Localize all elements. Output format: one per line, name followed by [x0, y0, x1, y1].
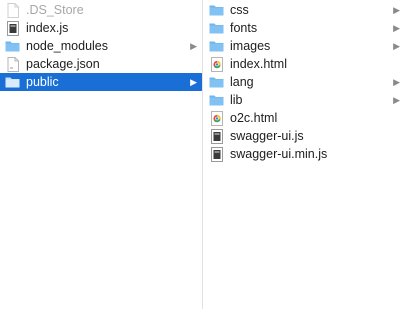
text-file-icon	[5, 56, 20, 72]
exec-file-icon	[209, 146, 224, 162]
file-row-ds-store[interactable]: .DS_Store	[0, 1, 203, 19]
folder-row-fonts[interactable]: fonts ▶	[204, 19, 406, 37]
folder-label: public	[26, 75, 59, 89]
folder-icon	[5, 74, 20, 90]
folder-icon	[5, 38, 20, 54]
chevron-right-icon: ▶	[393, 77, 400, 87]
file-row-index-html[interactable]: index.html	[204, 55, 406, 73]
exec-file-icon	[5, 20, 20, 36]
folder-icon	[209, 2, 224, 18]
folder-row-lang[interactable]: lang ▶	[204, 73, 406, 91]
folder-label: lib	[230, 93, 243, 107]
chevron-right-icon: ▶	[393, 23, 400, 33]
file-row-package-json[interactable]: package.json	[0, 55, 203, 73]
folder-row-public[interactable]: public ▶	[0, 73, 203, 91]
folder-label: fonts	[230, 21, 258, 35]
file-label: package.json	[26, 57, 100, 71]
file-row-swagger-ui-js[interactable]: swagger-ui.js	[204, 127, 406, 145]
finder-column-left: .DS_Store index.js node_modules ▶ packag…	[0, 0, 203, 310]
chevron-right-icon: ▶	[393, 5, 400, 15]
folder-row-lib[interactable]: lib ▶	[204, 91, 406, 109]
chevron-right-icon: ▶	[393, 41, 400, 51]
chevron-right-icon: ▶	[190, 41, 197, 51]
folder-row-images[interactable]: images ▶	[204, 37, 406, 55]
file-row-swagger-ui-min-js[interactable]: swagger-ui.min.js	[204, 145, 406, 163]
file-label: index.html	[230, 57, 287, 71]
folder-row-node-modules[interactable]: node_modules ▶	[0, 37, 203, 55]
chevron-right-icon: ▶	[393, 95, 400, 105]
html-file-icon	[209, 110, 224, 126]
file-label: o2c.html	[230, 111, 278, 125]
file-label: index.js	[26, 21, 69, 35]
folder-icon	[209, 74, 224, 90]
blank-file-icon	[5, 2, 20, 18]
file-row-index-js[interactable]: index.js	[0, 19, 203, 37]
folder-label: node_modules	[26, 39, 109, 53]
folder-icon	[209, 38, 224, 54]
column-divider[interactable]	[202, 0, 203, 309]
file-row-o2c-html[interactable]: o2c.html	[204, 109, 406, 127]
file-label: swagger-ui.min.js	[230, 147, 328, 161]
folder-icon	[209, 92, 224, 108]
folder-row-css[interactable]: css ▶	[204, 1, 406, 19]
chevron-right-icon: ▶	[190, 77, 197, 87]
file-label: .DS_Store	[26, 3, 84, 17]
folder-label: images	[230, 39, 271, 53]
folder-label: css	[230, 3, 249, 17]
folder-icon	[209, 20, 224, 36]
html-file-icon	[209, 56, 224, 72]
file-label: swagger-ui.js	[230, 129, 304, 143]
folder-label: lang	[230, 75, 254, 89]
exec-file-icon	[209, 128, 224, 144]
finder-column-right: css ▶ fonts ▶ images ▶ index.html lang ▶…	[204, 0, 406, 310]
